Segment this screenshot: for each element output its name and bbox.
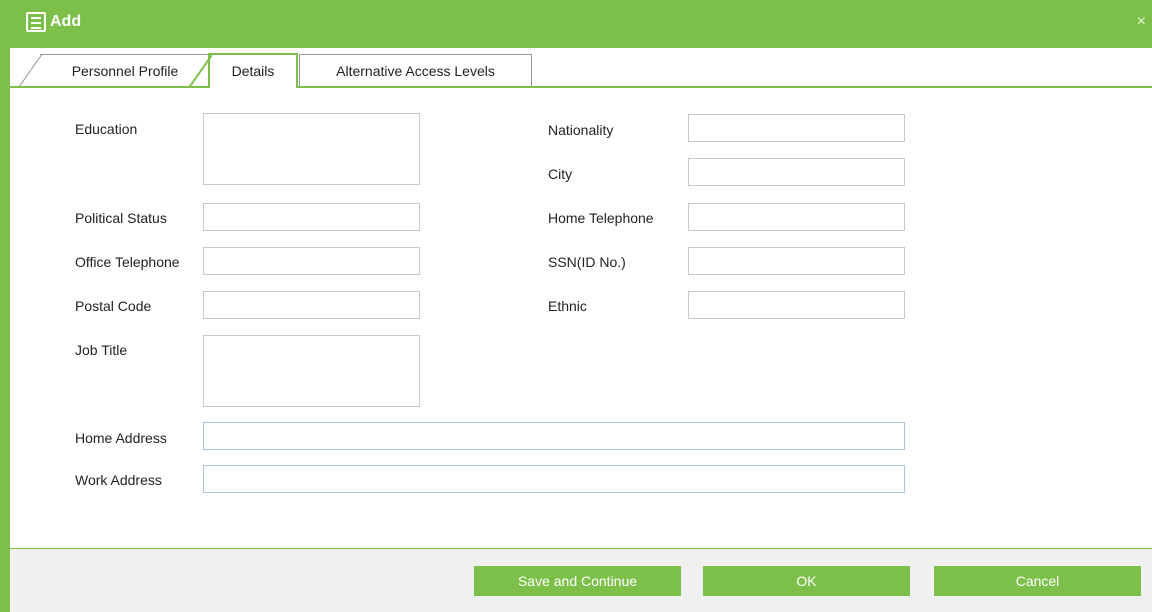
education-field[interactable] bbox=[203, 113, 420, 185]
office-telephone-label: Office Telephone bbox=[75, 254, 180, 270]
ethnic-label: Ethnic bbox=[548, 298, 587, 314]
save-and-continue-button[interactable]: Save and Continue bbox=[474, 566, 681, 596]
tab-edge bbox=[188, 55, 212, 88]
home-telephone-label: Home Telephone bbox=[548, 210, 654, 226]
tab-details[interactable]: Details bbox=[208, 53, 298, 88]
cancel-button[interactable]: Cancel bbox=[934, 566, 1141, 596]
close-icon[interactable]: × bbox=[1137, 13, 1146, 31]
tab-alternative-access-levels[interactable]: Alternative Access Levels bbox=[299, 54, 532, 87]
home-address-label: Home Address bbox=[75, 430, 167, 446]
tab-edge bbox=[18, 55, 42, 88]
city-label: City bbox=[548, 166, 573, 182]
nationality-field[interactable] bbox=[688, 114, 905, 142]
city-field[interactable] bbox=[688, 158, 905, 186]
dialog-left-border bbox=[0, 48, 10, 612]
ssn-field[interactable] bbox=[688, 247, 905, 275]
ok-button[interactable]: OK bbox=[703, 566, 910, 596]
form-icon bbox=[26, 12, 46, 32]
postal-code-label: Postal Code bbox=[75, 298, 152, 314]
home-telephone-field[interactable] bbox=[688, 203, 905, 231]
home-address-field[interactable] bbox=[203, 422, 905, 450]
job-title-label: Job Title bbox=[75, 342, 128, 358]
job-title-field[interactable] bbox=[203, 335, 420, 407]
education-label: Education bbox=[75, 121, 138, 137]
add-dialog: Add × Personnel Profile Details Alternat… bbox=[0, 0, 1152, 612]
tab-label: Personnel Profile bbox=[71, 63, 179, 79]
tab-label: Details bbox=[231, 63, 275, 79]
political-status-label: Political Status bbox=[75, 210, 167, 226]
dialog-title: Add bbox=[50, 13, 82, 30]
political-status-field[interactable] bbox=[203, 203, 420, 231]
tab-personnel-profile[interactable]: Personnel Profile bbox=[40, 54, 210, 87]
ethnic-field[interactable] bbox=[688, 291, 905, 319]
tab-label: Alternative Access Levels bbox=[336, 63, 495, 79]
work-address-label: Work Address bbox=[75, 472, 162, 488]
work-address-field[interactable] bbox=[203, 465, 905, 493]
title-bar[interactable]: Add × bbox=[0, 0, 1152, 48]
office-telephone-field[interactable] bbox=[203, 247, 420, 275]
postal-code-field[interactable] bbox=[203, 291, 420, 319]
ssn-label: SSN(ID No.) bbox=[548, 254, 626, 270]
nationality-label: Nationality bbox=[548, 122, 614, 138]
